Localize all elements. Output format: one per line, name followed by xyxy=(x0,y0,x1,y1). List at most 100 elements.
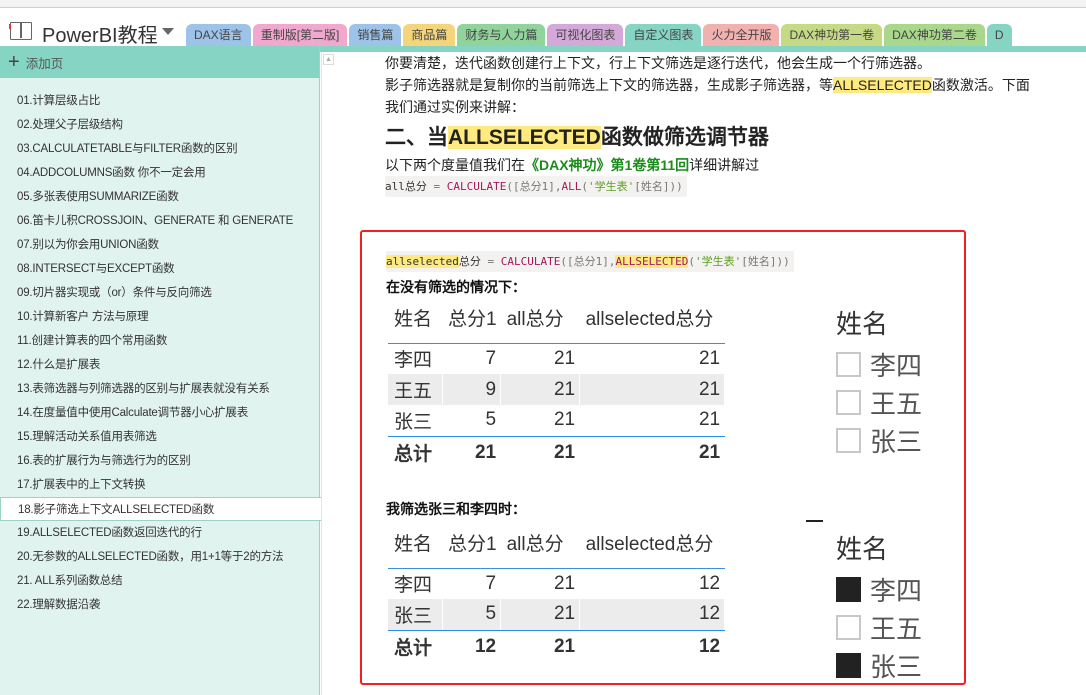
section-heading: 二、当ALLSELECTED函数做筛选调节器 xyxy=(385,122,1075,154)
scroll-up-icon[interactable]: ▲ xyxy=(323,54,334,65)
case-heading: 我筛选张三和李四时： xyxy=(386,501,526,517)
heading-text: 二、当 xyxy=(385,126,448,149)
page-item[interactable]: 12.什么是扩展表 xyxy=(0,353,319,377)
column-header[interactable]: 姓名 xyxy=(388,300,442,344)
page-item[interactable]: 09.切片器实现或（or）条件与反向筛选 xyxy=(0,281,319,305)
checkbox-icon[interactable] xyxy=(836,351,861,377)
text: 影子筛选器就是复制你的当前筛选上下文的筛选器，生成影子筛选器，等 xyxy=(385,77,833,93)
tab-5[interactable]: 可视化图表 xyxy=(547,24,624,46)
page-content: 你要清楚，迭代函数创建行上下文，行上下文筛选是逐行迭代，他会生成一个行筛选器。 … xyxy=(385,52,1075,197)
checkbox-icon[interactable] xyxy=(836,614,861,640)
page-item[interactable]: 08.INTERSECT与EXCEPT函数 xyxy=(0,257,319,281)
text: 以下两个度量值我们在 xyxy=(385,157,525,173)
chevron-down-icon[interactable] xyxy=(162,28,174,35)
paragraph: 你要清楚，迭代函数创建行上下文，行上下文筛选是逐行迭代，他会生成一个行筛选器。 xyxy=(385,55,931,71)
page-item[interactable]: 10.计算新客户 方法与原理 xyxy=(0,305,319,329)
slicer-item[interactable]: 张三 xyxy=(836,421,922,459)
table-cell: 5 xyxy=(442,405,502,437)
notebook-title[interactable]: PowerBI教程 xyxy=(42,19,158,48)
add-page-label: 添加页 xyxy=(25,56,64,71)
slicer-item[interactable]: 张三 xyxy=(836,646,922,684)
table-cell: 12 xyxy=(579,568,726,599)
slicer-title: 姓名 xyxy=(836,309,889,339)
total-row: 总计 21 21 21 xyxy=(388,436,726,469)
code-token: ( xyxy=(688,255,695,268)
tab-8[interactable]: DAX神功第一卷 xyxy=(781,24,883,46)
code-token: allselected xyxy=(386,255,459,268)
table-cell: 张三 xyxy=(388,405,443,437)
column-header[interactable]: 姓名 xyxy=(388,525,442,569)
page-list-sidebar: + 添加页 01.计算层级占比 02.处理父子层级结构 03.CALCULATETA… xyxy=(0,46,322,695)
table-cell: 9 xyxy=(442,374,502,405)
tab-3[interactable]: 商品篇 xyxy=(403,24,456,46)
checkbox-checked-icon[interactable] xyxy=(836,652,861,678)
table-cell: 21 xyxy=(500,599,581,631)
code-token: 总分 xyxy=(458,255,481,268)
page-item[interactable]: 16.表的扩展行为与筛选行为的区别 xyxy=(0,449,319,473)
tab-7[interactable]: 火力全开版 xyxy=(703,24,780,46)
page-item[interactable]: 19.ALLSELECTED函数返回迭代的行 xyxy=(0,521,319,545)
slicer-minimize-icon[interactable] xyxy=(806,520,823,522)
text: 详细讲解过 xyxy=(689,157,760,173)
column-header[interactable]: 总分1 xyxy=(442,525,501,569)
total-cell: 21 xyxy=(442,436,502,469)
table-cell: 21 xyxy=(500,568,581,599)
slicer-item-label: 王五 xyxy=(870,388,923,419)
table-header-row: 姓名 总分1 all总分 allselected总分 xyxy=(388,300,725,344)
page-item[interactable]: 20.无参数的ALLSELECTED函数，用1+1等于2的方法 xyxy=(0,545,319,569)
slicer-item[interactable]: 王五 xyxy=(836,383,922,421)
name-slicer: 姓名李四王五 张三 xyxy=(836,304,922,459)
text: 函数激活。下面 xyxy=(931,77,1030,93)
total-cell: 21 xyxy=(500,630,581,663)
tab-9[interactable]: DAX神功第二卷 xyxy=(884,24,985,46)
page-item[interactable]: 17.扩展表中的上下文转换 xyxy=(0,473,319,497)
tab-1[interactable]: 重制版[第二版] xyxy=(252,24,348,46)
table-row: 王五 9 21 21 xyxy=(388,374,726,405)
column-header[interactable]: all总分 xyxy=(500,525,580,569)
column-header[interactable]: all总分 xyxy=(500,300,580,344)
page-item[interactable]: 11.创建计算表的四个常用函数 xyxy=(0,329,319,353)
table-row: 李四 7 21 21 xyxy=(388,343,726,374)
highlighted-text: ALLSELECTED xyxy=(833,77,932,93)
slicer-item-label: 张三 xyxy=(870,651,923,682)
tab-6[interactable]: 自定义图表 xyxy=(625,24,702,46)
page-item[interactable]: 14.在度量值中使用Calculate调节器小心扩展表 xyxy=(0,401,319,425)
page-item[interactable]: 06.笛卡儿积CROSSJOIN、GENERATE 和 GENERATE xyxy=(0,209,319,233)
page-item[interactable]: 22.理解数据沿袭 xyxy=(0,593,319,617)
name-slicer: 姓名 李四 王五 张三 xyxy=(836,529,922,684)
table-header-row: 姓名 总分1 all总分 allselected总分 xyxy=(388,525,725,569)
slicer-item[interactable]: 王五 xyxy=(836,608,922,646)
slicer-item[interactable]: 李四 xyxy=(836,345,922,383)
tab-0[interactable]: DAX语言 xyxy=(186,24,251,46)
page-item[interactable]: 15.理解活动关系值用表筛选 xyxy=(0,425,319,449)
page-item[interactable]: 01.计算层级占比 xyxy=(0,89,319,113)
add-page-button[interactable]: + 添加页 xyxy=(0,46,319,78)
checkbox-checked-icon[interactable] xyxy=(836,576,861,602)
code-token: [姓名]) xyxy=(741,255,784,268)
scrollbar[interactable]: ▲ xyxy=(321,52,334,695)
checkbox-icon[interactable] xyxy=(836,427,861,453)
page-item[interactable]: 13.表筛选器与列筛选器的区别与扩展表就没有关系 xyxy=(0,377,319,401)
page-item[interactable]: 04.ADDCOLUMNS函数 你不一定会用 xyxy=(0,161,319,185)
tab-4[interactable]: 财务与人力篇 xyxy=(457,24,546,46)
tab-10[interactable]: D xyxy=(986,24,1012,46)
column-header[interactable]: allselected总分 xyxy=(579,300,725,344)
total-cell: 12 xyxy=(579,630,726,663)
page-item[interactable]: 02.处理父子层级结构 xyxy=(0,113,319,137)
page-list: 01.计算层级占比 02.处理父子层级结构 03.CALCULATETABLE与FI… xyxy=(0,78,322,617)
page-item[interactable]: 03.CALCULATETABLE与FILTER函数的区别 xyxy=(0,137,319,161)
table-cell: 21 xyxy=(579,405,726,437)
checkbox-icon[interactable] xyxy=(836,389,861,415)
page-item[interactable]: 07.别以为你会用UNION函数 xyxy=(0,233,319,257)
tab-2[interactable]: 销售篇 xyxy=(349,24,402,46)
page-item[interactable]: 05.多张表使用SUMMARIZE函数 xyxy=(0,185,319,209)
slicer-item[interactable]: 李四 xyxy=(836,570,922,608)
table-cell: 李四 xyxy=(388,568,443,599)
page-item[interactable]: 21. ALL系列函数总结 xyxy=(0,569,319,593)
code-token: ALLSELECTED xyxy=(615,255,689,268)
column-header[interactable]: 总分1 xyxy=(442,300,501,344)
heading-highlight: ALLSELECTED xyxy=(448,126,601,149)
column-header[interactable]: allselected总分 xyxy=(579,525,725,569)
page-item[interactable]: 18.影子筛选上下文ALLSELECTED函数 xyxy=(0,497,322,521)
code-allselected-measure: allselected总分 = CALCULATE([总分1],ALLSELEC… xyxy=(386,251,794,272)
